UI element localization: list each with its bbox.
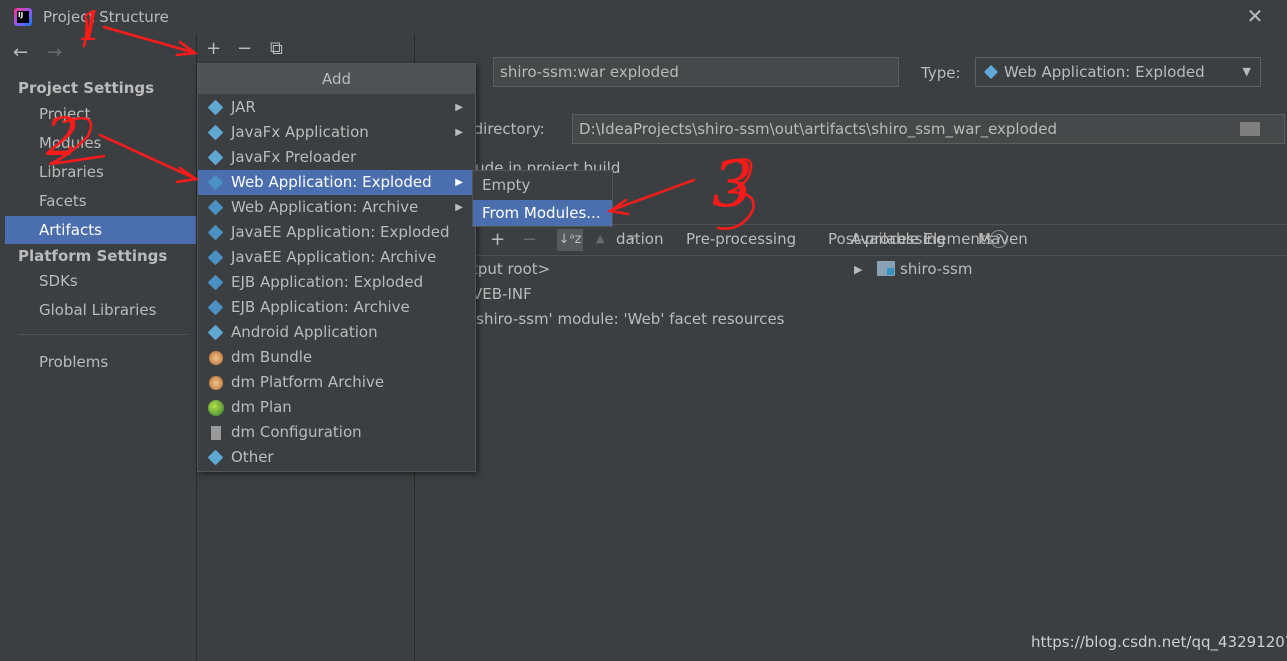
annotation-number-one: 1 [78,4,104,50]
annotation-number-three: 3 [712,148,753,222]
watermark: https://blog.csdn.net/qq_43291207 [1031,633,1287,651]
annotation-arrow-1-shaft [102,25,194,54]
annotation-overlay [49,16,755,230]
annotation-number-two: 2 [46,108,80,168]
annotation-arrow-3-shaft [610,178,696,212]
annotation-arrow-2-shaft [98,133,196,180]
